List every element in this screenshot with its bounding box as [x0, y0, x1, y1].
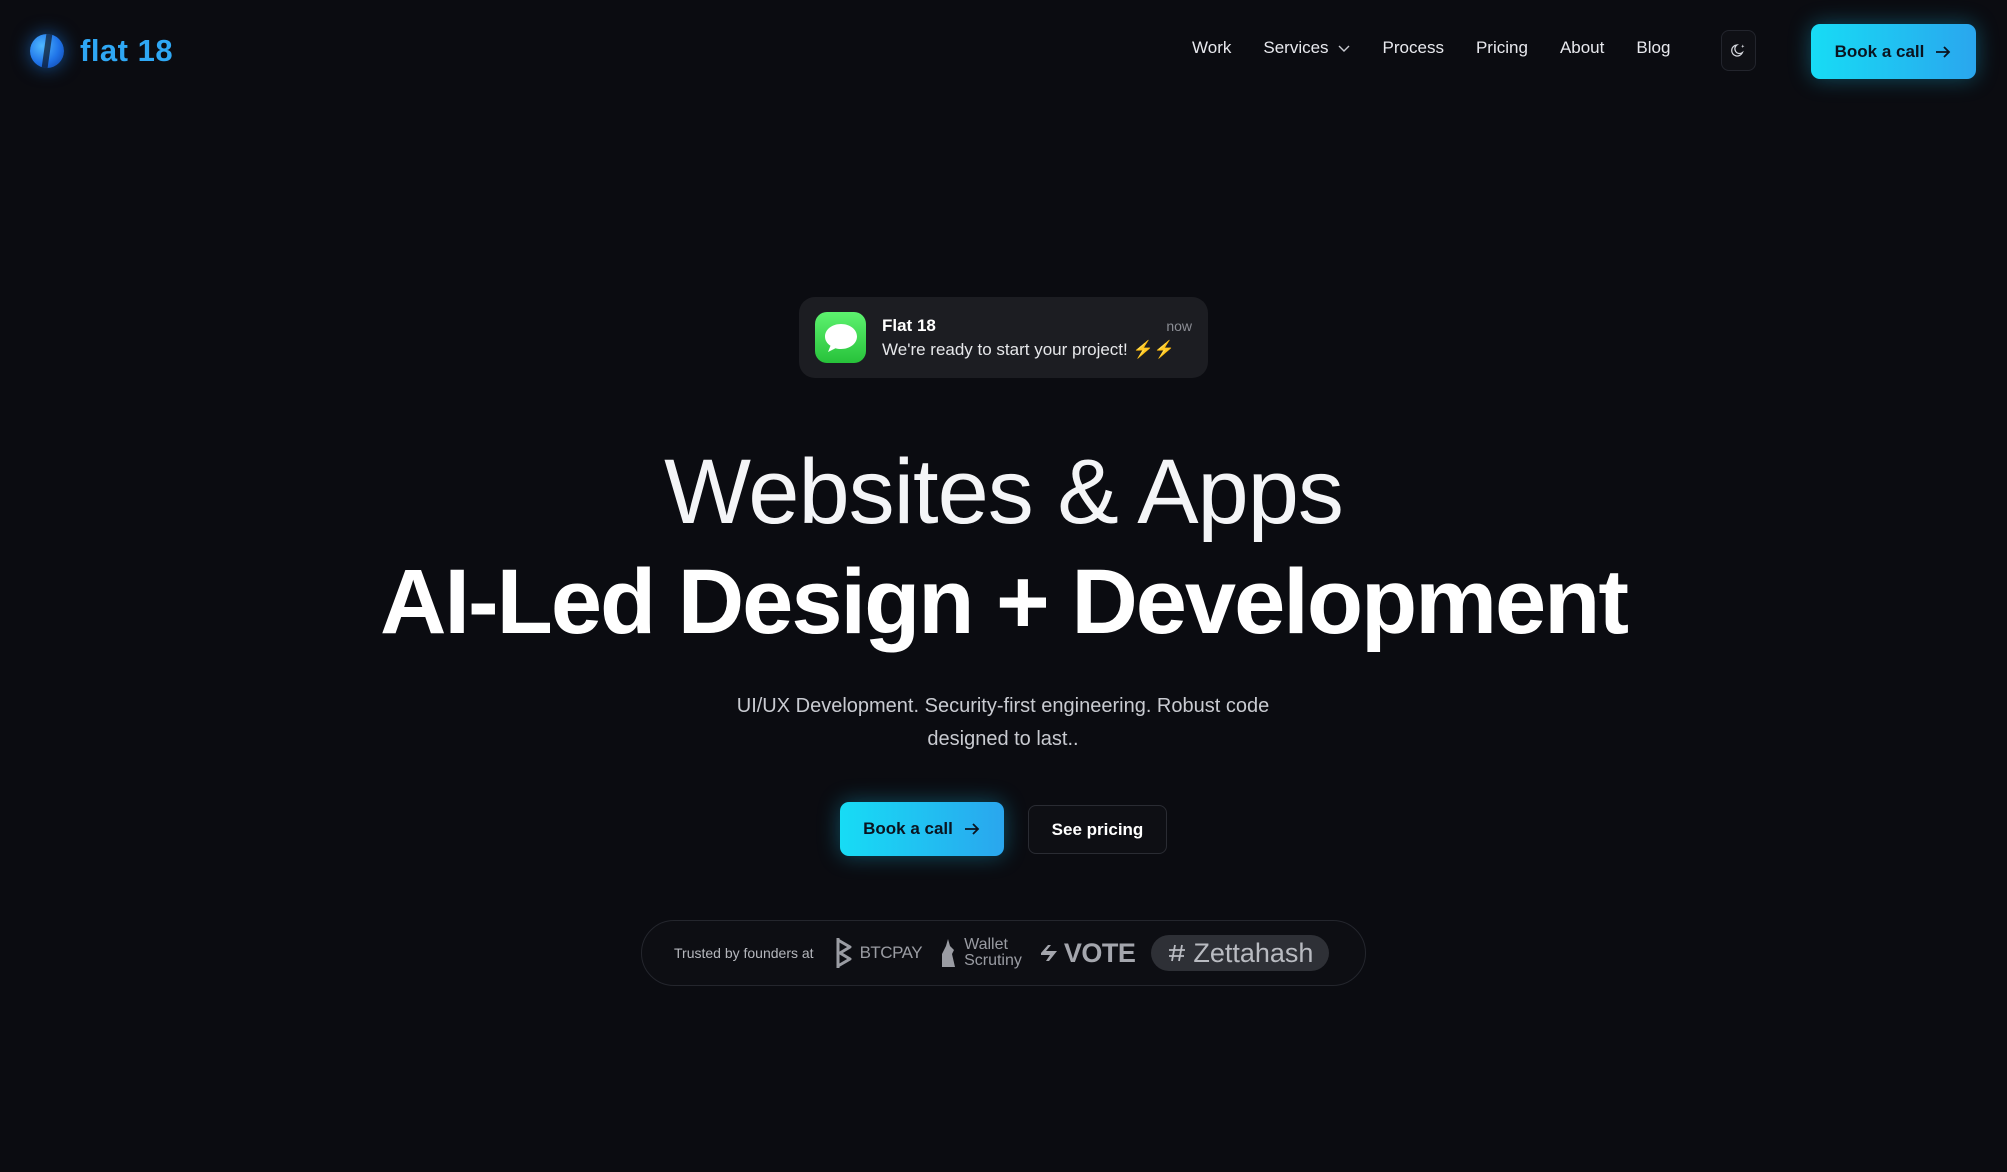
btcpay-logo: BTCPAY	[834, 936, 923, 970]
wolf-icon	[942, 939, 956, 967]
chevron-down-icon	[1338, 45, 1350, 52]
messages-icon	[815, 312, 866, 363]
brand-name: flat 18	[80, 33, 174, 68]
wallet-scrutiny-logo: Wallet Scrutiny	[938, 937, 1022, 969]
book-call-nav-button[interactable]: Book a call	[1811, 24, 1976, 79]
see-pricing-button[interactable]: See pricing	[1028, 805, 1167, 854]
book-call-hero-button[interactable]: Book a call	[840, 802, 1004, 856]
nav-item-blog[interactable]: Blog	[1636, 38, 1670, 58]
notification-body: Flat 18 now We're ready to start your pr…	[882, 316, 1192, 360]
arrow-right-icon	[964, 823, 980, 835]
notification-header: Flat 18 now	[882, 316, 1192, 336]
vote-mark-icon	[1040, 945, 1057, 961]
hero-heading-line2: AI-Led Design + Development	[379, 551, 1629, 653]
landing-page: flat 18 Work Services Process Pricing Ab…	[0, 0, 2007, 1172]
hero-subtitle: UI/UX Development. Security-first engine…	[736, 695, 1270, 750]
main-nav: Work Services Process Pricing About Blog	[1192, 38, 1670, 58]
nav-item-work[interactable]: Work	[1192, 38, 1231, 58]
nav-label: About	[1559, 38, 1605, 57]
logo-text: Zettahash	[1193, 937, 1314, 968]
btcpay-mark-icon	[836, 938, 852, 968]
logo-text-line2: Scrutiny	[964, 952, 1022, 969]
trust-label: Trusted by founders at	[674, 945, 814, 961]
nav-item-pricing[interactable]: Pricing	[1476, 38, 1528, 58]
moon-icon	[1731, 44, 1745, 57]
globe-logo-icon	[30, 34, 64, 68]
nav-item-about[interactable]: About	[1560, 38, 1604, 58]
notification-time: now	[1166, 317, 1192, 334]
hash-icon	[1169, 944, 1186, 962]
logo-text: Wallet Scrutiny	[964, 937, 1022, 969]
notification-app-name: Flat 18	[882, 315, 936, 335]
nav-item-services[interactable]: Services	[1263, 38, 1350, 58]
brand-logo[interactable]: flat 18	[30, 33, 173, 69]
logo-text: VOTE	[1063, 937, 1136, 968]
nav-item-process[interactable]: Process	[1383, 38, 1444, 58]
nav-label: Work	[1192, 38, 1232, 57]
logo-text: BTCPAY	[859, 943, 923, 962]
button-label: Book a call	[1834, 41, 1925, 61]
arrow-right-icon	[1936, 45, 1951, 58]
nav-label: Pricing	[1475, 38, 1528, 57]
nav-label: Process	[1382, 38, 1444, 57]
notification-card: Flat 18 now We're ready to start your pr…	[799, 297, 1208, 378]
zettahash-logo: Zettahash	[1151, 935, 1330, 971]
hero-heading-line1: Websites & Apps	[664, 441, 1344, 543]
nav-label: Blog	[1636, 38, 1671, 57]
logo-text-line1: Wallet	[964, 936, 1008, 953]
button-label: Book a call	[863, 819, 953, 838]
trusted-by-bar: Trusted by founders at BTCPAY Wallet Scr…	[641, 920, 1366, 986]
vote-logo: VOTE	[1038, 938, 1136, 969]
theme-toggle-button[interactable]	[1721, 30, 1756, 71]
nav-label: Services	[1263, 38, 1329, 57]
notification-message: We're ready to start your project! ⚡⚡	[882, 339, 1175, 359]
